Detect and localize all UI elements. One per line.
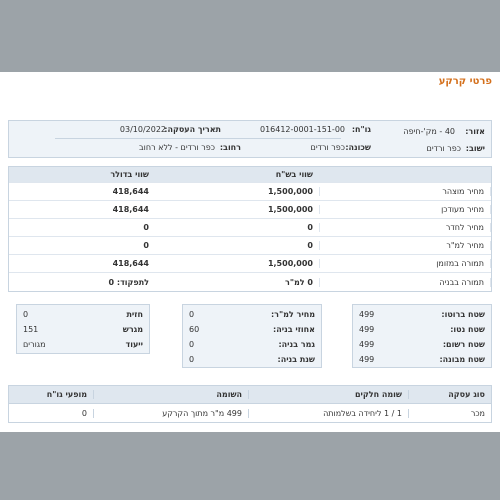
- row-label: תמורה במזומן: [320, 259, 491, 268]
- table-row: תמורה בבניה 0 למ"ר לתפקוד: 0: [9, 273, 491, 291]
- info-row: שטח נטו: 499: [359, 322, 485, 336]
- row-label: מחיר מעודכן: [320, 205, 491, 214]
- info-row: שטח רשום: 499: [359, 337, 485, 351]
- info-value: 0: [189, 309, 195, 319]
- row-label: מחיר מוצהר: [320, 187, 491, 196]
- info-label: גמר בניה:: [278, 339, 315, 349]
- table-row: תמורה במזומן 1,500,000 418,644: [9, 255, 491, 273]
- row-label: תמורה בבניה: [320, 277, 491, 287]
- col-deal-type: סוג עסקה: [448, 390, 485, 399]
- table-row: מחיר מוצהר 1,500,000 418,644: [9, 183, 491, 201]
- header-divider: [55, 138, 341, 139]
- info-row: מחיר למ"ר: 0: [189, 307, 315, 321]
- info-row: גמר בניה: 0: [189, 337, 315, 351]
- area-info-box: שטח ברוטו: 499 שטח נטו: 499 שטח רשום: 49…: [352, 304, 492, 368]
- info-value: מגורים: [23, 339, 46, 349]
- info-label: מחיר למ"ר:: [270, 309, 315, 319]
- neighborhood-label: שכונה:: [345, 143, 371, 152]
- deal-type-value: מכר: [470, 408, 485, 418]
- construction-payment-ils: 0 למ"ר: [155, 277, 320, 287]
- table-row: מחיר מעודכן 1,500,000 418,644: [9, 201, 491, 219]
- info-label: שטח רשום:: [442, 339, 485, 349]
- building-info-box: מחיר למ"ר: 0 אחוזי בניה: 60 גמר בניה: 0 …: [182, 304, 322, 368]
- row-label: מחיר לחדר: [320, 223, 491, 232]
- info-row: שנת בניה: 0: [189, 352, 315, 366]
- info-value: 60: [189, 324, 200, 334]
- area-value: 40 - מק'-חיפה: [403, 127, 455, 136]
- info-row: ייעוד מגורים: [23, 337, 143, 351]
- land-details-page: פרטי קרקע אזור: 40 - מק'-חיפה גו"ח: 0164…: [0, 72, 500, 432]
- cash-payment-ils: 1,500,000: [155, 259, 320, 268]
- price-table-header: שווי בש"ח שווי בדולר: [9, 167, 491, 183]
- deal-date-value: 03/10/2022: [119, 125, 166, 134]
- room-price-usd: 0: [143, 223, 149, 232]
- info-row: שטח מבונה: 499: [359, 352, 485, 366]
- street-label: רחוב:: [219, 143, 241, 152]
- neighborhood-value: כפר ורדים: [310, 143, 345, 152]
- plot-info-box: חזית 0 מגרש 151 ייעוד מגורים: [16, 304, 150, 354]
- info-row: חזית 0: [23, 307, 143, 321]
- info-value: 499: [359, 354, 375, 364]
- sqm-price-ils: 0: [155, 241, 320, 250]
- info-label: שטח נטו:: [450, 324, 485, 334]
- info-label: ייעוד: [125, 339, 144, 349]
- table-row: מכר 1 / 1 ליחידה בשלמותה 499 מ"ר מתוך הק…: [9, 404, 491, 422]
- gush-value: 016412-0001-151-00: [259, 125, 345, 134]
- declared-price-ils: 1,500,000: [267, 187, 313, 196]
- settlement-label: ישוב:: [465, 144, 485, 153]
- street-value: כפר ורדים - ללא רחוב: [139, 143, 215, 152]
- updated-price-usd: 418,644: [112, 205, 149, 214]
- col-assessment: השומה: [94, 390, 249, 399]
- info-label: שטח ברוטו:: [441, 309, 485, 319]
- row-label: מחיר למ"ר: [320, 241, 491, 250]
- cash-payment-usd: 418,644: [112, 259, 149, 268]
- construction-payment-usd: לתפקוד: 0: [108, 277, 149, 287]
- gush-label: גו"ח:: [351, 125, 371, 134]
- declared-price-usd: 418,644: [112, 187, 149, 196]
- info-label: חזית: [126, 309, 143, 319]
- info-row: שטח ברוטו: 499: [359, 307, 485, 321]
- updated-price-ils: 1,500,000: [155, 205, 320, 214]
- settlement-value: כפר ורדים: [426, 144, 461, 153]
- info-value: 499: [359, 309, 375, 319]
- info-value: 0: [189, 354, 195, 364]
- info-label: מגרש: [122, 324, 143, 334]
- info-label: אחוזי בניה:: [273, 324, 315, 334]
- table-row: מחיר לחדר 0 0: [9, 219, 491, 237]
- info-value: 0: [189, 339, 195, 349]
- deal-date-label: תאריך העסקה:: [164, 125, 221, 134]
- page-title: פרטי קרקע: [438, 76, 492, 87]
- area-label: אזור:: [465, 127, 485, 136]
- price-header-ils: שווי בש"ח: [155, 170, 320, 179]
- info-row: מגרש 151: [23, 322, 143, 336]
- sqm-price-usd: 0: [143, 241, 149, 250]
- info-row: אחוזי בניה: 60: [189, 322, 315, 336]
- info-value: 0: [23, 309, 29, 319]
- table-row: מחיר למ"ר 0 0: [9, 237, 491, 255]
- header-info-panel: אזור: 40 - מק'-חיפה גו"ח: 016412-0001-15…: [8, 120, 492, 158]
- info-value: 499: [359, 324, 375, 334]
- info-label: שטח מבונה:: [439, 354, 485, 364]
- price-header-usd: שווי בדולר: [110, 170, 149, 179]
- col-share: שומה חלקים: [249, 390, 409, 399]
- room-price-ils: 0: [155, 223, 320, 232]
- deal-table-header: סוג עסקה שומה חלקים השומה מופעי גו"ח: [9, 386, 491, 404]
- assessment-value: 499 מ"ר מתוך הקרקע: [94, 408, 249, 418]
- gush-occurrences-value: 0: [9, 408, 94, 418]
- col-gush-occurrences: מופעי גו"ח: [9, 390, 94, 399]
- info-value: 499: [359, 339, 375, 349]
- deal-table: סוג עסקה שומה חלקים השומה מופעי גו"ח מכר…: [8, 385, 492, 423]
- price-table: שווי בש"ח שווי בדולר מחיר מוצהר 1,500,00…: [8, 166, 492, 292]
- info-label: שנת בניה:: [277, 354, 316, 364]
- share-value: 1 / 1 ליחידה בשלמותה: [249, 408, 409, 418]
- info-value: 151: [23, 324, 39, 334]
